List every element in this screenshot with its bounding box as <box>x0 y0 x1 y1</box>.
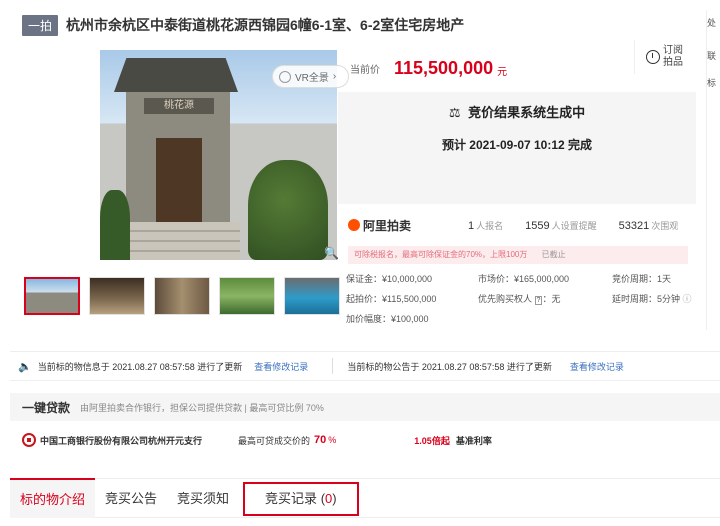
thumbnail[interactable] <box>284 277 340 315</box>
chevron-right-icon: › <box>332 71 337 82</box>
deposit: 保证金：¥10,000,000 <box>346 274 433 284</box>
gate-plaque: 桃花源 <box>144 98 214 114</box>
thumbnail-strip <box>24 277 340 315</box>
speaker-icon: 🔈 <box>18 360 32 373</box>
subscribe-button[interactable]: 订阅 拍品 <box>634 40 694 74</box>
notice-text: 可除税报名，最高可除保证金的70%，上限100万 <box>354 250 528 259</box>
tree-shape <box>100 190 130 260</box>
market-price: 市场价：¥165,000,000 <box>478 274 570 284</box>
deposit-notice: 可除税报名，最高可除保证金的70%，上限100万 已截止 <box>348 246 688 264</box>
help-icon[interactable]: ⓘ <box>683 294 692 304</box>
alarm-clock-icon <box>646 50 660 64</box>
reminder-count: 1559 <box>525 219 550 232</box>
right-side-strip: 处 联 标 <box>706 10 720 330</box>
side-label: 联 <box>707 51 717 61</box>
tab-bid-records-label: 竞买记录 <box>265 491 318 506</box>
loan-ratio-unit: % <box>328 435 337 445</box>
info-badge-icon: ? <box>534 296 543 305</box>
tab-item-intro[interactable]: 标的物介绍 <box>10 478 96 518</box>
thumbnail[interactable] <box>89 277 145 315</box>
view-label: 次围观 <box>651 220 679 231</box>
tab-terms[interactable]: 竞买须知 <box>167 479 239 519</box>
price-unit: 元 <box>497 67 508 78</box>
benchmark-rate: 基准利率 <box>455 435 492 446</box>
thumbnail[interactable] <box>24 277 80 315</box>
loan-offer-row[interactable]: 中国工商银行股份有限公司杭州开元支行 最高可贷成交价的 70 % 1.05倍起 … <box>22 430 712 450</box>
result-eta: 预计 2021-09-07 10:12 完成 <box>441 138 593 152</box>
bid-increment: 加价幅度：¥100,000 <box>346 314 429 324</box>
stats-row: 阿里拍卖 1 人报名 1559 人设置提醒 53321 次围观 <box>348 214 696 236</box>
magnifier-icon[interactable]: 🔍 <box>324 246 339 260</box>
notice-update-info: 当前标的物公告于 2021.08.27 08:57:58 进行了更新 <box>347 361 552 372</box>
brand-name: 阿里拍卖 <box>363 218 412 233</box>
reminder-label: 人设置提醒 <box>551 220 597 231</box>
loan-title: 一键贷款 <box>22 400 71 415</box>
vr-icon <box>279 70 291 83</box>
result-status: 竞价结果系统生成中 <box>468 105 586 120</box>
vr-label: VR全景 <box>295 73 329 84</box>
detail-tabs: 标的物介绍 竞买公告 竞买须知 竞买记录 (0) <box>10 478 720 518</box>
gavel-icon: ⚖ <box>448 105 461 120</box>
tab-announcement[interactable]: 竞买公告 <box>95 479 167 519</box>
icbc-logo-icon <box>22 433 36 447</box>
priority-buyer: 优先购买权人 ? ：无 <box>478 294 561 305</box>
thumbnail[interactable] <box>219 277 275 315</box>
loan-ratio: 70 <box>314 434 327 446</box>
signup-count: 1 <box>468 219 475 232</box>
divider <box>332 358 334 374</box>
item-changelog-link[interactable]: 查看修改记录 <box>254 360 308 373</box>
ratio-label: 最高可贷成交价的 <box>238 435 311 446</box>
roof-shape <box>114 58 238 92</box>
gate-steps <box>120 222 240 260</box>
item-update-info: 当前标的物信息于 2021.08.27 08:57:58 进行了更新 <box>37 361 243 372</box>
notice-changelog-link[interactable]: 查看修改记录 <box>570 360 624 373</box>
subscribe-line2: 拍品 <box>663 57 683 68</box>
signup-label: 人报名 <box>476 220 504 231</box>
auction-round-tag: 一拍 <box>22 14 59 36</box>
side-label: 处 <box>707 18 717 28</box>
rate-multiplier: 1.05倍起 <box>414 435 450 446</box>
priority-label: 优先购买权人 <box>478 294 533 304</box>
title-bar: 一拍 杭州市余杭区中泰街道桃花源西锦园6幢6-1室、6-2室住宅房地产 <box>14 10 694 40</box>
price-label: 当前价 <box>350 64 380 76</box>
priority-value: 无 <box>551 294 561 304</box>
tab-bid-records[interactable]: 竞买记录 (0) <box>243 482 359 516</box>
notice-status: 已截止 <box>541 250 566 259</box>
view-count: 53321 <box>618 219 650 232</box>
tree-shape <box>248 160 328 260</box>
subscribe-line1: 订阅 <box>663 45 683 56</box>
thumbnail[interactable] <box>154 277 210 315</box>
loan-desc: 由阿里拍卖合作银行，担保公司提供贷款 | 最高可贷比例 70% <box>80 402 324 413</box>
delay-value: 延时周期：5分钟 <box>612 294 681 304</box>
side-label: 标 <box>707 78 717 88</box>
result-box: ⚖ 竞价结果系统生成中 预计 2021-09-07 10:12 完成 <box>338 92 696 204</box>
brand-logo: 阿里拍卖 <box>348 217 448 234</box>
bank-name: 中国工商银行股份有限公司杭州开元支行 <box>40 435 203 446</box>
current-price: 115,500,000 <box>394 57 494 78</box>
gate-door <box>156 138 202 222</box>
page-title: 杭州市余杭区中泰街道桃花源西锦园6幢6-1室、6-2室住宅房地产 <box>66 17 465 33</box>
bid-cycle: 竞价周期：1天 <box>612 274 672 284</box>
ali-auction-icon <box>348 219 360 231</box>
vr-panorama-button[interactable]: VR全景 › <box>272 65 350 88</box>
starting-price: 起拍价：¥115,500,000 <box>346 294 437 304</box>
update-bar: 🔈 当前标的物信息于 2021.08.27 08:57:58 进行了更新 查看修… <box>10 351 720 381</box>
delay-cycle: 延时周期：5分钟 ⓘ <box>612 292 692 305</box>
loan-header: 一键贷款 由阿里拍卖合作银行，担保公司提供贷款 | 最高可贷比例 70% <box>10 393 720 421</box>
